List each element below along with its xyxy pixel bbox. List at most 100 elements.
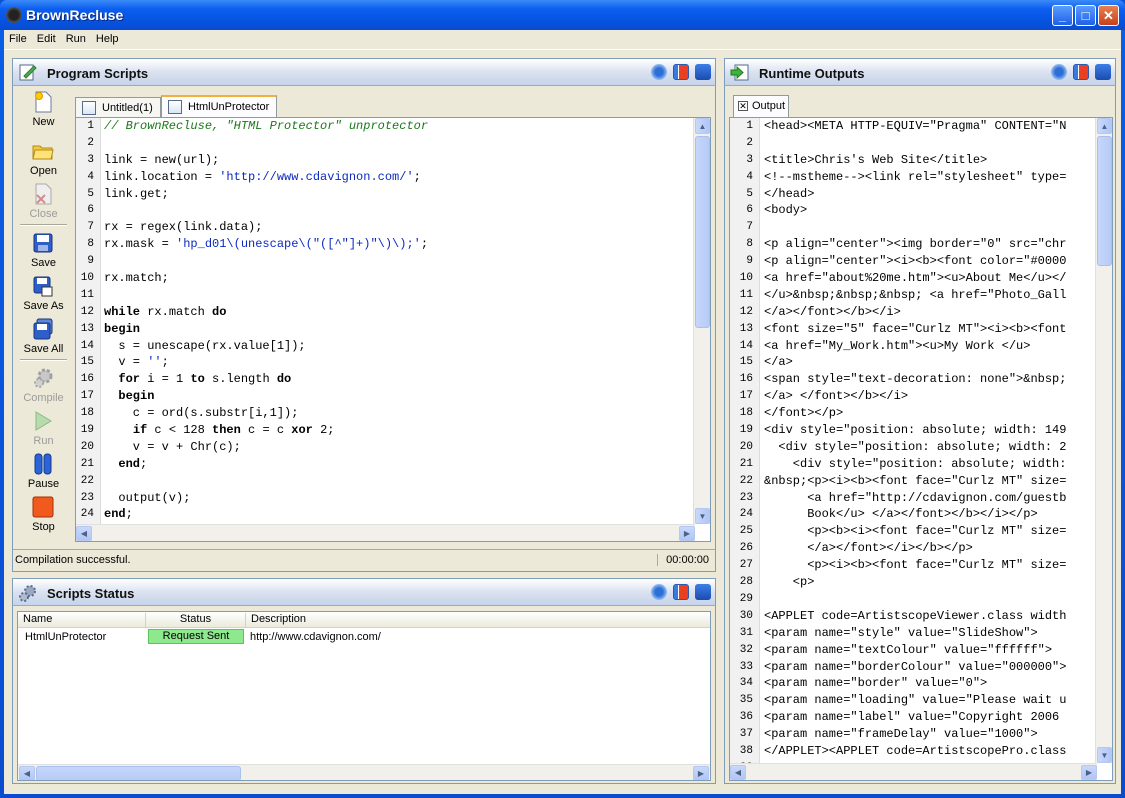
code-line: begin xyxy=(104,321,141,336)
menu-file[interactable]: File xyxy=(4,30,32,45)
attach-icon[interactable] xyxy=(651,64,667,80)
save-as-button[interactable]: Save As xyxy=(17,273,70,313)
client-area: Program Scripts New Open Close Save Save… xyxy=(4,50,1121,794)
line-number: 38 xyxy=(739,744,753,757)
code-line: </a> xyxy=(764,355,793,370)
scroll-up-button[interactable]: ▲ xyxy=(695,118,710,134)
save-button[interactable]: Save xyxy=(17,230,70,270)
eject-icon[interactable] xyxy=(695,584,711,600)
column-description[interactable]: Description xyxy=(246,613,710,628)
run-label: Run xyxy=(33,435,54,447)
code-line: end; xyxy=(118,456,148,471)
line-number: 19 xyxy=(739,424,753,437)
line-number: 1 xyxy=(87,120,94,132)
app-window: BrownRecluse _ □ ✕ File Edit Run Help Progr… xyxy=(0,0,1125,798)
scroll-thumb[interactable] xyxy=(1097,136,1112,266)
output-vertical-scrollbar[interactable]: ▲ ▼ xyxy=(1095,118,1112,763)
code-line: for i = 1 to s.length do xyxy=(118,372,292,387)
pause-button[interactable]: Pause xyxy=(17,451,70,491)
spider-icon xyxy=(6,7,22,23)
close-label: Close xyxy=(29,208,58,220)
code-horizontal-scrollbar[interactable]: ◀ ▶ xyxy=(76,524,695,541)
attach-icon[interactable] xyxy=(651,584,667,600)
line-number: 11 xyxy=(739,288,753,301)
scroll-right-button[interactable]: ▶ xyxy=(1081,765,1097,780)
code-line: <param name="borderColour" value="000000… xyxy=(764,659,1067,674)
line-number: 6 xyxy=(746,204,753,217)
book-icon[interactable] xyxy=(673,584,689,600)
output-viewer[interactable]: 1 2 3 4 5 6 7 8 9 10 11 12 13 14 15 16 17 18 19 20 21 22 23 24 2… xyxy=(729,117,1113,781)
line-number: 14 xyxy=(80,339,94,352)
attach-icon[interactable] xyxy=(1051,64,1067,80)
book-icon[interactable] xyxy=(673,64,689,80)
code-line: <head><META HTTP-EQUIV="Pragma" CONTENT=… xyxy=(764,119,1067,133)
menu-help[interactable]: Help xyxy=(91,30,124,45)
menu-bar: File Edit Run Help xyxy=(4,30,1121,50)
code-line: <param name="frameDelay" value="1000"> xyxy=(764,727,1038,742)
scroll-down-button[interactable]: ▼ xyxy=(1097,747,1112,763)
menu-edit[interactable]: Edit xyxy=(32,30,61,45)
open-button[interactable]: Open xyxy=(17,138,70,178)
close-button[interactable]: Close xyxy=(17,181,70,221)
code-text[interactable]: // BrownRecluse, "HTML Protector" unprot… xyxy=(104,118,692,541)
code-line: link.get; xyxy=(104,186,169,201)
scroll-left-button[interactable]: ◀ xyxy=(730,765,746,780)
line-number: 6 xyxy=(87,204,94,217)
scroll-left-button[interactable]: ◀ xyxy=(19,766,35,780)
line-number: 7 xyxy=(746,221,753,234)
menu-run[interactable]: Run xyxy=(61,30,91,45)
line-number: 3 xyxy=(746,153,753,166)
scroll-right-button[interactable]: ▶ xyxy=(693,766,709,780)
script-toolbar: New Open Close Save Save As Save All Com… xyxy=(17,89,70,549)
compile-button[interactable]: Compile xyxy=(17,365,70,405)
scripts-status-panel: Scripts Status Name Status Description H… xyxy=(12,578,716,784)
line-number: 4 xyxy=(746,170,753,183)
scroll-thumb[interactable] xyxy=(695,136,710,328)
code-line: rx.mask = 'hp_d01\(unescape\("([^"]+)"\)… xyxy=(104,237,429,252)
scroll-right-button[interactable]: ▶ xyxy=(679,526,695,541)
close-tab-icon[interactable]: ✕ xyxy=(738,101,748,111)
scroll-thumb[interactable] xyxy=(36,766,241,780)
open-folder-icon xyxy=(32,145,54,160)
eject-icon[interactable] xyxy=(695,64,711,80)
new-button[interactable]: New xyxy=(17,89,70,129)
output-horizontal-scrollbar[interactable]: ◀ ▶ xyxy=(730,763,1097,780)
line-number: 34 xyxy=(739,677,753,690)
runtime-outputs-panel: Runtime Outputs ✕ Output 1 2 3 4 5 6 7 8 9 10 11 12… xyxy=(724,58,1116,784)
stop-button[interactable]: Stop xyxy=(17,494,70,534)
script-doc-icon xyxy=(168,100,182,114)
code-line: <div style="position: absolute; width: 2 xyxy=(764,439,1067,454)
scroll-up-button[interactable]: ▲ xyxy=(1097,118,1112,134)
scripts-status-title: Scripts Status xyxy=(47,586,135,601)
title-bar[interactable]: BrownRecluse _ □ ✕ xyxy=(0,0,1125,30)
code-line: </a></font></i></b></p> xyxy=(764,541,973,556)
line-number: 16 xyxy=(739,373,753,386)
tab-htmlunprotector[interactable]: HtmlUnProtector xyxy=(161,95,277,117)
close-window-button[interactable]: ✕ xyxy=(1098,5,1119,26)
scroll-down-button[interactable]: ▼ xyxy=(695,508,710,524)
eject-icon[interactable] xyxy=(1095,64,1111,80)
tab-untitled[interactable]: Untitled(1) xyxy=(75,97,161,117)
column-name[interactable]: Name xyxy=(18,613,146,628)
code-line: output(v); xyxy=(104,490,191,505)
scroll-left-button[interactable]: ◀ xyxy=(76,526,92,541)
code-editor[interactable]: 1 2 3 4 5 6 7 8 9 10 11 12 13 14 15 16 17 18 19 20 21 22 23 24 … xyxy=(75,117,711,542)
code-line: </a> </font></b></i> xyxy=(764,389,909,404)
program-scripts-title: Program Scripts xyxy=(47,66,149,81)
column-status[interactable]: Status xyxy=(146,613,246,628)
run-button[interactable]: Run xyxy=(17,408,70,448)
code-line: <APPLET code=ArtistscopeViewer.class wid… xyxy=(764,608,1067,623)
save-all-button[interactable]: Save All xyxy=(17,316,70,356)
book-icon[interactable] xyxy=(1073,64,1089,80)
code-vertical-scrollbar[interactable]: ▲ ▼ xyxy=(693,118,710,524)
line-number: 3 xyxy=(87,153,94,166)
minimize-button[interactable]: _ xyxy=(1052,5,1073,26)
maximize-button[interactable]: □ xyxy=(1075,5,1096,26)
tab-output[interactable]: ✕ Output xyxy=(733,95,789,117)
status-horizontal-scrollbar[interactable]: ◀ ▶ xyxy=(18,764,710,780)
code-line: <param name="loading" value="Please wait… xyxy=(764,693,1067,708)
code-line: s = unescape(rx.value[1]); xyxy=(104,338,306,353)
output-text[interactable]: <head><META HTTP-EQUIV="Pragma" CONTENT=… xyxy=(764,118,1094,780)
code-line: <p align="center"><img border="0" src="c… xyxy=(764,237,1067,252)
